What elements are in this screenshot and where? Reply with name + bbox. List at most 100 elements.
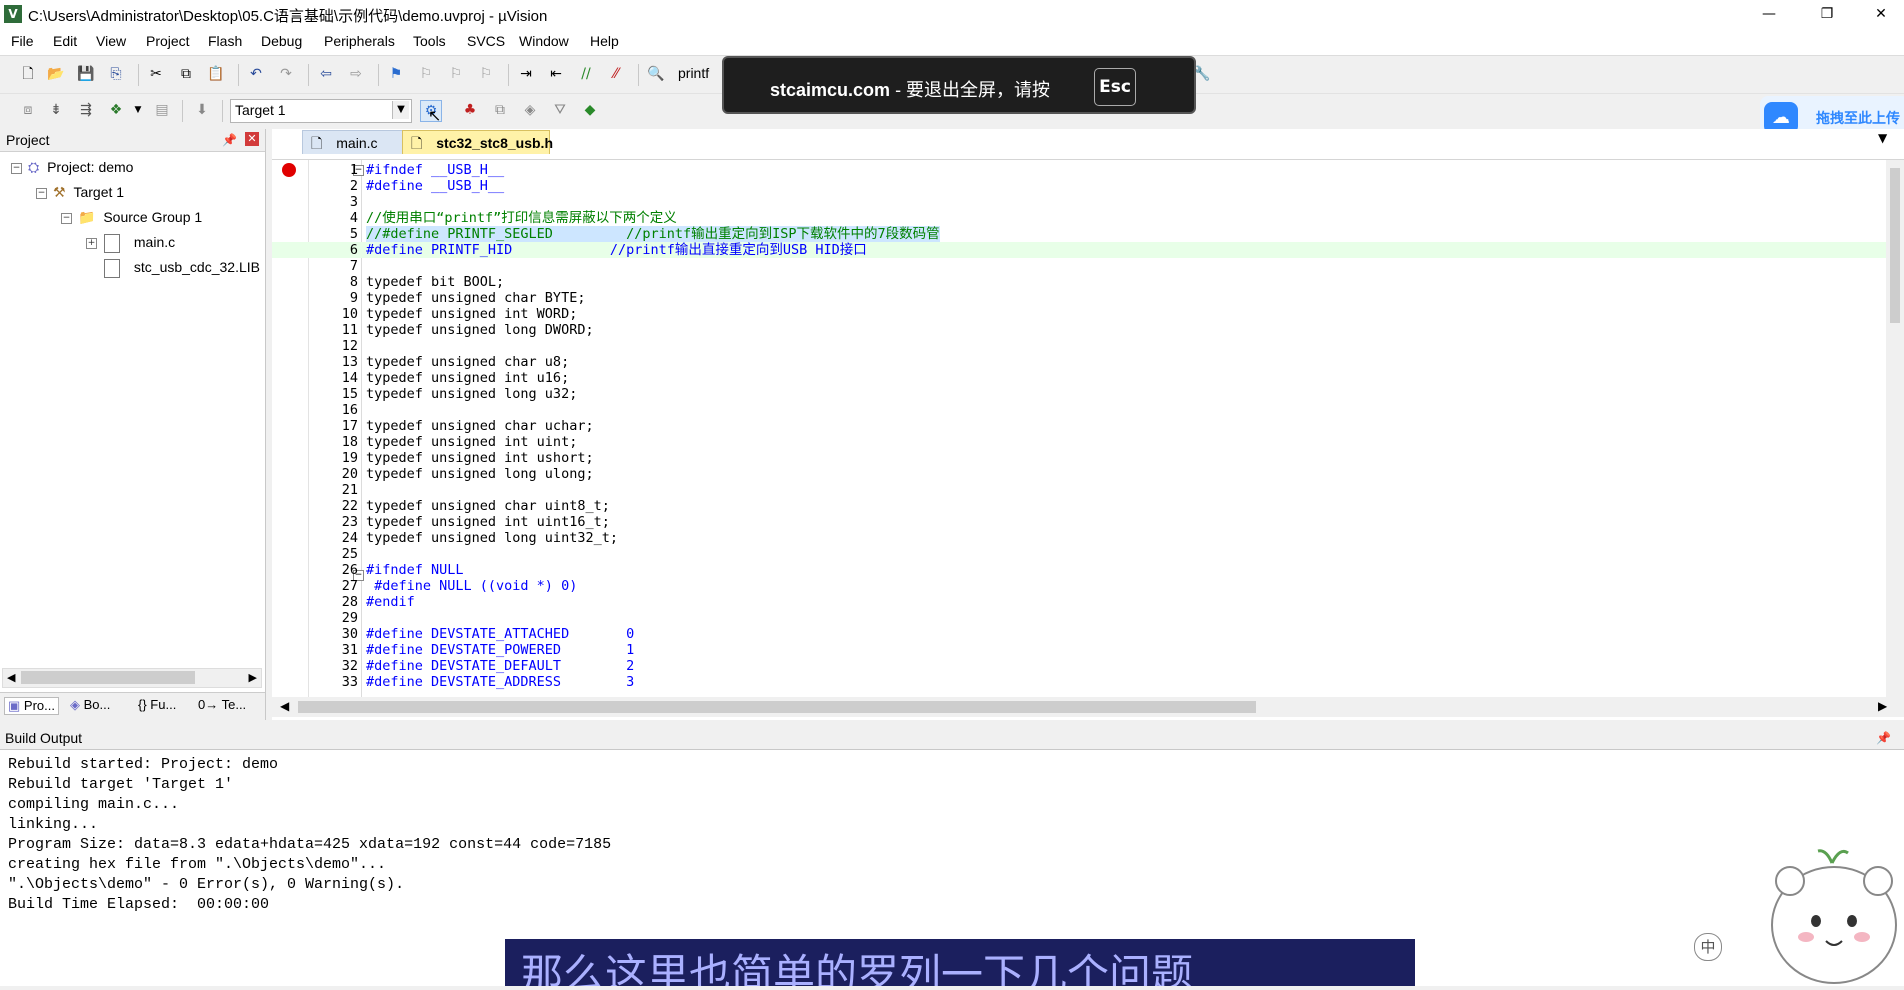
bookmark-prev-icon[interactable]: ⚐ xyxy=(416,64,436,84)
code-area[interactable]: − − 1 #ifndef __USB_H__ 2 #define __USB_H_… xyxy=(272,159,1904,698)
comment-icon[interactable]: // xyxy=(576,64,596,84)
select-packs-icon[interactable]: ◈ xyxy=(520,100,540,120)
tab-list-dropdown-icon[interactable]: ▼ xyxy=(1878,131,1887,145)
ime-indicator[interactable]: 中 xyxy=(1694,933,1722,961)
code-text: #ifndef NULL xyxy=(366,562,464,578)
output-line: ".\Objects\demo" - 0 Error(s), 0 Warning… xyxy=(8,876,405,893)
tree-item-file-main[interactable]: main.c xyxy=(104,231,175,253)
line-number: 33 xyxy=(341,674,358,690)
manage-components-icon[interactable]: ♣ xyxy=(460,100,480,120)
scroll-thumb[interactable] xyxy=(1890,168,1900,323)
navigate-forward-icon[interactable]: ⇨ xyxy=(346,64,366,84)
tab-books[interactable]: ◈ Bo... xyxy=(70,697,110,713)
undo-icon[interactable]: ↶ xyxy=(246,64,266,84)
menu-file[interactable]: File xyxy=(11,33,34,49)
close-panel-icon[interactable]: ✕ xyxy=(245,132,259,146)
tab-functions[interactable]: {} Fu... xyxy=(138,697,176,712)
project-panel-header: Project 📌 ✕ xyxy=(0,129,265,152)
scroll-right-icon[interactable]: ▶ xyxy=(249,669,257,687)
unindent-icon[interactable]: ⇤ xyxy=(546,64,566,84)
menu-svcs[interactable]: SVCS xyxy=(467,33,505,49)
tab-project[interactable]: ▣ Pro... xyxy=(4,697,59,715)
save-icon[interactable]: 💾 xyxy=(76,64,96,84)
stop-build-icon[interactable]: ▤ xyxy=(152,100,172,120)
indent-icon[interactable]: ⇥ xyxy=(516,64,536,84)
rebuild-icon[interactable]: ⇶ xyxy=(76,100,96,120)
scroll-left-icon[interactable]: ◀ xyxy=(7,669,15,687)
minimize-button[interactable]: — xyxy=(1746,0,1792,28)
tree-item-project[interactable]: ⛭ Project: demo xyxy=(28,156,133,178)
build-icon[interactable]: ⇟ xyxy=(46,100,66,120)
line-number: 14 xyxy=(341,370,358,386)
menu-tools[interactable]: Tools xyxy=(413,33,446,49)
line-number: 12 xyxy=(341,338,358,354)
tab-main-c[interactable]: 🗋 main.c xyxy=(302,130,407,154)
code-text: #define DEVSTATE_ADDRESS 3 xyxy=(366,674,635,690)
pack-installer-icon[interactable]: ⛛ xyxy=(550,100,570,120)
code-text: typedef unsigned long u32; xyxy=(366,386,578,402)
line-number: 26 xyxy=(341,562,358,578)
tree-item-target[interactable]: ⚒ Target 1 xyxy=(53,181,124,203)
close-button[interactable]: ✕ xyxy=(1858,0,1904,28)
line-number: 8 xyxy=(349,274,358,290)
paste-icon[interactable]: 📋 xyxy=(206,64,226,84)
collapse-project-icon[interactable]: − xyxy=(11,163,22,174)
menu-peripherals[interactable]: Peripherals xyxy=(324,33,395,49)
code-line: 12 xyxy=(272,338,1892,354)
maximize-button[interactable]: ❐ xyxy=(1804,0,1850,28)
menu-help[interactable]: Help xyxy=(590,33,619,49)
scroll-left-icon[interactable]: ◀ xyxy=(280,699,289,713)
books-tab-icon: ◈ xyxy=(70,697,80,712)
scroll-thumb[interactable] xyxy=(298,701,1256,713)
manage-project-items-icon[interactable]: ⧉ xyxy=(490,100,510,120)
find-in-files-icon[interactable]: 🔍 xyxy=(646,64,666,84)
translate-icon[interactable]: ⧈ xyxy=(18,100,38,120)
open-folder-icon[interactable]: 📂 xyxy=(46,64,66,84)
navigate-back-icon[interactable]: ⇦ xyxy=(316,64,336,84)
pin-icon[interactable]: 📌 xyxy=(222,129,237,151)
cut-icon[interactable]: ✂ xyxy=(146,64,166,84)
line-number: 15 xyxy=(341,386,358,402)
menu-window[interactable]: Window xyxy=(519,33,569,49)
tree-item-file-lib[interactable]: stc_usb_cdc_32.LIB xyxy=(104,256,260,278)
collapse-group-icon[interactable]: − xyxy=(61,213,72,224)
line-number: 16 xyxy=(341,402,358,418)
code-line: 18 typedef unsigned int uint; xyxy=(272,434,1892,450)
code-text: typedef unsigned int ushort; xyxy=(366,450,594,466)
uncomment-icon[interactable]: ⁄⁄ xyxy=(606,64,626,84)
scroll-right-icon[interactable]: ▶ xyxy=(1878,699,1887,713)
download-load-icon[interactable]: ⬇ xyxy=(192,100,212,120)
save-all-icon[interactable]: ⎘ xyxy=(106,64,126,84)
run-time-environment-icon[interactable]: ◆ xyxy=(580,100,600,120)
tree-item-source-group[interactable]: 📁 Source Group 1 xyxy=(78,206,202,228)
menu-edit[interactable]: Edit xyxy=(53,33,77,49)
target-select[interactable]: Target 1 ▼ xyxy=(230,99,412,123)
expand-file-icon[interactable]: + xyxy=(86,238,97,249)
project-horizontal-scrollbar[interactable]: ◀ ▶ xyxy=(2,668,262,688)
code-line: 29 xyxy=(272,610,1892,626)
menu-view[interactable]: View xyxy=(96,33,126,49)
pin-icon[interactable]: 📌 xyxy=(1876,727,1891,749)
editor-horizontal-scrollbar[interactable]: ◀ ▶ xyxy=(272,697,1904,717)
bookmark-next-icon[interactable]: ⚐ xyxy=(446,64,466,84)
new-file-icon[interactable]: 🗋 xyxy=(18,64,38,84)
copy-icon[interactable]: ⧉ xyxy=(176,64,196,84)
tab-templates[interactable]: 0→ Te... xyxy=(198,697,246,712)
line-number: 32 xyxy=(341,658,358,674)
bookmark-toggle-icon[interactable]: ⚑ xyxy=(386,64,406,84)
batch-build-icon[interactable]: ❖ xyxy=(106,100,126,120)
menu-flash[interactable]: Flash xyxy=(208,33,242,49)
collapse-target-icon[interactable]: − xyxy=(36,188,47,199)
batch-dropdown-icon[interactable]: ▼ xyxy=(128,100,148,120)
tab-stc32-usb-h[interactable]: 🗋 stc32_stc8_usb.h xyxy=(402,130,553,154)
menu-debug[interactable]: Debug xyxy=(261,33,302,49)
line-number: 9 xyxy=(349,290,358,306)
output-line: compiling main.c... xyxy=(8,796,180,813)
editor-vertical-scrollbar[interactable] xyxy=(1886,160,1904,698)
scroll-thumb[interactable] xyxy=(21,671,195,684)
line-number: 20 xyxy=(341,466,358,482)
chevron-down-icon[interactable]: ▼ xyxy=(392,101,409,119)
bookmark-clear-icon[interactable]: ⚐ xyxy=(476,64,496,84)
menu-project[interactable]: Project xyxy=(146,33,190,49)
redo-icon[interactable]: ↷ xyxy=(276,64,296,84)
